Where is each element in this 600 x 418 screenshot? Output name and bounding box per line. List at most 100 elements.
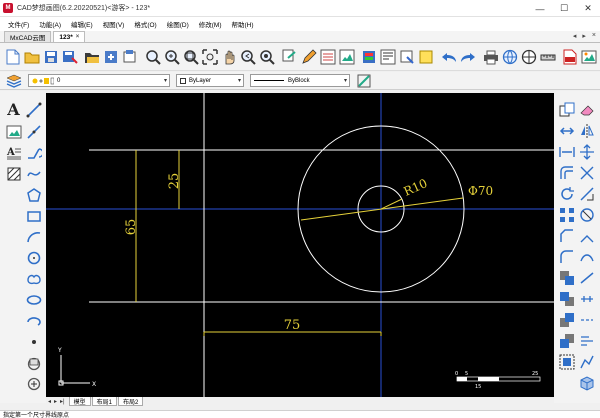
- chamfer-icon[interactable]: [557, 226, 576, 245]
- ray-icon[interactable]: [24, 122, 43, 141]
- bring-above-icon[interactable]: [557, 310, 576, 329]
- group-icon[interactable]: [557, 352, 576, 371]
- elliptical-arc-icon[interactable]: [24, 311, 43, 330]
- pencil-edit-icon[interactable]: [300, 47, 317, 66]
- image-export-icon[interactable]: [581, 47, 598, 66]
- save-as-icon[interactable]: [61, 47, 78, 66]
- zoom-extents-icon[interactable]: [182, 47, 199, 66]
- tab-scroll-right-icon[interactable]: ▸: [582, 32, 586, 40]
- menu-view[interactable]: 视图(V): [103, 19, 125, 29]
- web-globe-icon[interactable]: [501, 47, 518, 66]
- polyline-icon[interactable]: [24, 143, 43, 162]
- ellipse-icon[interactable]: [24, 290, 43, 309]
- open-folder-icon[interactable]: [23, 47, 40, 66]
- pan-hand-icon[interactable]: [221, 47, 238, 66]
- new-file-icon[interactable]: [4, 47, 21, 66]
- break-icon[interactable]: [577, 205, 596, 224]
- zoom-previous-icon[interactable]: [240, 47, 257, 66]
- menu-modify[interactable]: 修改(M): [199, 19, 222, 29]
- highlight-icon[interactable]: [418, 47, 435, 66]
- tab-close-all-icon[interactable]: ×: [592, 32, 596, 40]
- copy-icon[interactable]: [557, 100, 576, 119]
- zoom-window-icon[interactable]: [144, 47, 161, 66]
- draw-order-front-icon[interactable]: [557, 268, 576, 287]
- tab-scroll-left-icon[interactable]: ◂: [573, 32, 577, 40]
- extend-icon[interactable]: [577, 184, 596, 203]
- match-properties-icon[interactable]: [361, 47, 378, 66]
- layout-prev-icon[interactable]: ◂: [48, 398, 51, 405]
- line-icon[interactable]: [24, 100, 43, 119]
- open-drawing-icon[interactable]: [84, 47, 101, 66]
- print-icon[interactable]: [482, 47, 499, 66]
- insert-image-icon[interactable]: [338, 47, 355, 66]
- 3d-box-icon[interactable]: [577, 373, 596, 392]
- scale-icon[interactable]: [577, 142, 596, 161]
- menu-edit[interactable]: 编辑(E): [71, 19, 93, 29]
- menu-function[interactable]: 功能(A): [39, 19, 61, 29]
- measure-along-icon[interactable]: [577, 310, 596, 329]
- circle-icon[interactable]: [24, 248, 43, 267]
- pdf-export-icon[interactable]: [562, 47, 579, 66]
- undo-icon[interactable]: [441, 47, 458, 66]
- mtext-icon[interactable]: A: [4, 143, 23, 162]
- properties-icon[interactable]: [380, 47, 397, 66]
- block-edit-icon[interactable]: [319, 47, 336, 66]
- rectangle-icon[interactable]: [24, 206, 43, 225]
- align-icon[interactable]: [577, 331, 596, 350]
- tab-mxcad-cloud[interactable]: MxCAD云图: [4, 31, 52, 42]
- linetype-manager-icon[interactable]: [356, 73, 372, 89]
- divide-icon[interactable]: [577, 289, 596, 308]
- minimize-button[interactable]: —: [528, 0, 552, 17]
- insert-block-icon[interactable]: [24, 353, 43, 372]
- zoom-realtime-icon[interactable]: [163, 47, 180, 66]
- layout-last-icon[interactable]: ▸|: [60, 398, 65, 405]
- drawing-canvas[interactable]: 25 65 75 R10 Φ70 Y X 0 5 15 25: [46, 93, 554, 397]
- arc-icon[interactable]: [24, 227, 43, 246]
- menu-file[interactable]: 文件(F): [8, 19, 29, 29]
- rotate-icon[interactable]: [557, 184, 576, 203]
- offset-icon[interactable]: [557, 163, 576, 182]
- explode-icon[interactable]: [577, 247, 596, 266]
- menu-draw[interactable]: 绘图(D): [167, 19, 189, 29]
- move-icon[interactable]: [557, 121, 576, 140]
- export-icon[interactable]: [103, 47, 120, 66]
- make-block-icon[interactable]: [24, 374, 43, 393]
- menu-help[interactable]: 帮助(H): [232, 19, 254, 29]
- zoom-all-icon[interactable]: [201, 47, 218, 66]
- copy-with-base-icon[interactable]: [281, 47, 298, 66]
- tab-123[interactable]: 123* ×: [53, 31, 86, 42]
- polygon-icon[interactable]: [24, 185, 43, 204]
- erase-icon[interactable]: [577, 100, 596, 119]
- mirror-icon[interactable]: [577, 121, 596, 140]
- lengthen-icon[interactable]: [577, 268, 596, 287]
- tab-model[interactable]: 模型: [68, 397, 91, 406]
- tab-layout2[interactable]: 布局2: [117, 397, 144, 406]
- layer-manager-icon[interactable]: [399, 47, 416, 66]
- image-icon[interactable]: [4, 122, 23, 141]
- spline-icon[interactable]: [24, 164, 43, 183]
- join-icon[interactable]: [577, 226, 596, 245]
- maximize-button[interactable]: ☐: [552, 0, 576, 17]
- stretch-icon[interactable]: [557, 142, 576, 161]
- linetype-select[interactable]: ByBlock ▾: [250, 74, 350, 87]
- send-under-icon[interactable]: [557, 331, 576, 350]
- hatch-icon[interactable]: [4, 164, 23, 183]
- draw-order-back-icon[interactable]: [557, 289, 576, 308]
- print-preview-icon[interactable]: [122, 47, 139, 66]
- close-button[interactable]: ✕: [576, 0, 600, 17]
- text-icon[interactable]: A: [4, 100, 23, 119]
- tab-close-icon[interactable]: ×: [76, 34, 80, 40]
- trim-icon[interactable]: [577, 163, 596, 182]
- color-select[interactable]: ByLayer ▾: [176, 74, 244, 87]
- point-icon[interactable]: [24, 332, 43, 351]
- cloud-globe-icon[interactable]: [520, 47, 537, 66]
- revcloud-icon[interactable]: [24, 269, 43, 288]
- measure-icon[interactable]: [539, 47, 556, 66]
- menu-format[interactable]: 格式(O): [134, 19, 156, 29]
- regen-icon[interactable]: [259, 47, 276, 66]
- tab-layout1[interactable]: 布局1: [91, 397, 117, 406]
- array-icon[interactable]: [557, 205, 576, 224]
- pedit-icon[interactable]: [577, 352, 596, 371]
- save-icon[interactable]: [42, 47, 59, 66]
- redo-icon[interactable]: [460, 47, 477, 66]
